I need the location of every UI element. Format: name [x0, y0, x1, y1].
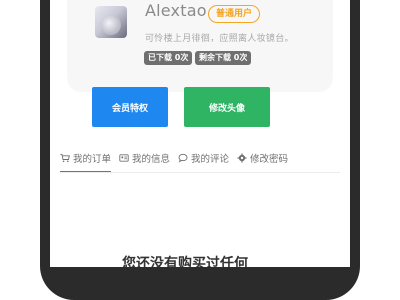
phone-screen: Alextao 普通用户 可怜楼上月徘徊，应照离人妆镜台。 已下载 0次 剩余下…	[50, 0, 350, 267]
comment-icon	[178, 153, 188, 163]
cart-icon	[60, 154, 70, 163]
tab-my-comments[interactable]: 我的评论	[178, 151, 229, 171]
id-card-icon	[119, 154, 129, 162]
gear-icon	[237, 153, 247, 163]
profile-tabs: 我的订单 我的信息 我的评论 修改密码	[60, 151, 288, 173]
user-card: Alextao 普通用户 可怜楼上月徘徊，应照离人妆镜台。 已下载 0次 剩余下…	[67, 0, 333, 92]
tab-my-info[interactable]: 我的信息	[119, 151, 170, 171]
empty-orders-message: 您还没有购买过任何	[122, 256, 248, 267]
tab-my-orders[interactable]: 我的订单	[60, 151, 112, 173]
username: Alextao	[145, 1, 207, 20]
avatar[interactable]	[95, 6, 127, 38]
tab-change-password[interactable]: 修改密码	[237, 151, 288, 171]
tabs-divider	[60, 172, 340, 173]
downloaded-count-badge: 已下载 0次	[144, 51, 193, 65]
tab-label: 修改密码	[250, 154, 289, 165]
tab-label: 我的订单	[73, 154, 112, 165]
tab-label: 我的评论	[191, 154, 230, 165]
vip-privileges-button[interactable]: 会员特权	[92, 87, 168, 127]
remaining-downloads-badge: 剩余下载 0次	[195, 51, 252, 65]
user-bio: 可怜楼上月徘徊，应照离人妆镜台。	[145, 34, 294, 44]
user-level-badge: 普通用户	[208, 5, 261, 23]
change-avatar-button[interactable]: 修改头像	[184, 87, 270, 127]
tab-label: 我的信息	[132, 154, 171, 165]
